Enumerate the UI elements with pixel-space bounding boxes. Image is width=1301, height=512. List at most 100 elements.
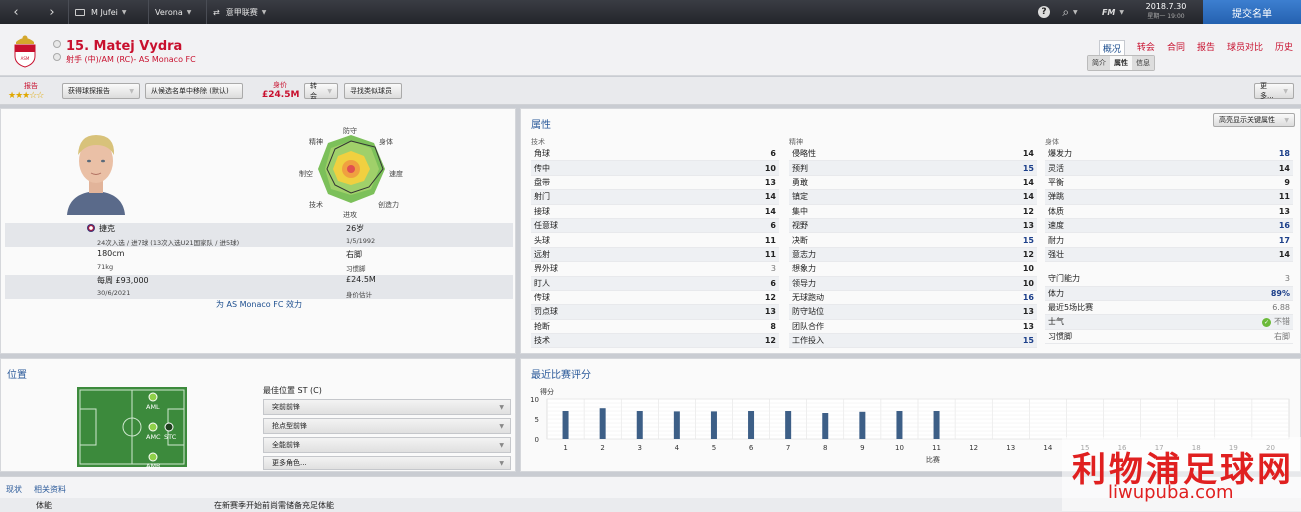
y-tick-label: 0	[535, 436, 539, 444]
attribute-row: 预判 15	[789, 161, 1037, 176]
fitness-value: 在新赛季开始前尚需储备充足体能	[214, 501, 334, 510]
age: 26岁	[346, 224, 365, 233]
attribute-value: 11	[1278, 192, 1290, 202]
y-tick-label: 10	[530, 396, 539, 404]
find-similar-button[interactable]: 寻找类似球员	[344, 83, 402, 99]
submit-team-button[interactable]: 提交名单	[1203, 0, 1301, 24]
forward-button[interactable]: ›	[40, 0, 64, 24]
attribute-value: 13	[1022, 321, 1034, 331]
mental-column: 精神 侵略性 14 预判 15 勇敢 14 镇定 14 集中 12 视野 13 决断 15 意志力 12 想象力…	[789, 137, 1037, 349]
attribute-value: 89%	[1270, 288, 1290, 298]
back-button[interactable]: ‹	[4, 0, 28, 24]
rating-bar	[859, 411, 866, 439]
fitness-label: 体能	[36, 501, 52, 510]
game-date[interactable]: 2018.7.30 星期一 19:00	[1136, 2, 1196, 20]
club-line[interactable]: 为 AS Monaco FC 效力	[1, 299, 517, 310]
attribute-name: 角球	[534, 149, 550, 159]
subtab-intro[interactable]: 简介	[1088, 56, 1110, 70]
club-menu[interactable]: Verona ▼	[148, 0, 204, 24]
attribute-row: 角球 6	[531, 147, 779, 162]
attribute-name: 无球跑动	[792, 293, 824, 303]
attribute-name: 士气	[1048, 317, 1064, 327]
transfer-arrows-icon: ⇄	[213, 7, 220, 17]
role-dropdown-advanced-forward[interactable]: 突前前锋 ▼	[263, 399, 511, 415]
radar-label-attacking: 进攻	[343, 211, 357, 219]
attribute-value: 16	[1022, 293, 1034, 303]
attribute-value: ✓ 不错	[1262, 317, 1290, 328]
attribute-value: 13	[1022, 307, 1034, 317]
player-role: 射手 (中)/AM (RC)- AS Monaco FC	[66, 55, 196, 64]
attribute-name: 最近5场比赛	[1048, 303, 1094, 313]
flag-icon	[87, 224, 95, 232]
report-stars: ★★★☆☆	[8, 91, 44, 101]
attribute-row: 无球跑动 16	[789, 291, 1037, 306]
attribute-name: 决断	[792, 235, 808, 245]
highlight-key-attributes-button[interactable]: 高亮显示关键属性 ▼	[1213, 113, 1295, 127]
date-of-birth: 1/5/1992	[346, 237, 376, 245]
x-tick-label: 8	[823, 444, 827, 452]
nav-history[interactable]: 历史	[1275, 40, 1293, 57]
help-icon[interactable]: ?	[1034, 0, 1054, 24]
tab-related-info[interactable]: 相关资料	[34, 484, 66, 495]
attribute-value: 10	[1022, 264, 1034, 274]
subtab-attributes[interactable]: 属性	[1110, 56, 1132, 70]
attribute-row: 平衡 9	[1045, 176, 1293, 191]
attribute-value: 6	[770, 149, 776, 159]
x-tick-label: 5	[712, 444, 716, 452]
nav-contract[interactable]: 合同	[1167, 40, 1185, 57]
attribute-name: 想象力	[792, 264, 816, 274]
attribute-value: 14	[1022, 149, 1034, 159]
attribute-name: 集中	[792, 206, 808, 216]
tab-current-status[interactable]: 现状	[6, 484, 22, 495]
role-dropdown-complete-forward[interactable]: 全能前锋 ▼	[263, 437, 511, 453]
attribute-value: 6	[770, 278, 776, 288]
svg-text:ASM: ASM	[21, 56, 30, 61]
remove-shortlist-button[interactable]: 从候选名单中移除 (默认)	[145, 83, 243, 99]
nav-report[interactable]: 报告	[1197, 40, 1215, 57]
attribute-value: 15	[1022, 163, 1034, 173]
nationality: 捷克	[99, 224, 115, 233]
x-tick-label: 2	[600, 444, 604, 452]
nav-compare[interactable]: 球员对比	[1227, 40, 1263, 57]
position-panel: 位置 AML AMC STC AMR 最佳位置 ST (C) 突前前锋 ▼ 抢点型…	[0, 358, 516, 472]
attribute-value: 11	[764, 235, 776, 245]
transfer-button[interactable]: 转会 ▼	[304, 82, 338, 100]
attribute-row: 领导力 10	[789, 276, 1037, 291]
weight: 71kg	[97, 263, 114, 271]
wage: 每周 £93,000	[97, 276, 149, 285]
radar-label-technique: 技术	[309, 201, 323, 209]
rating-bar	[673, 411, 680, 439]
fm-menu[interactable]: FM ▼	[1098, 0, 1128, 24]
watermark-url: liwupuba.com	[1108, 482, 1234, 503]
radar-label-aerial: 制空	[299, 170, 313, 178]
attribute-name: 界外球	[534, 264, 558, 274]
attribute-value: 13	[1278, 206, 1290, 216]
attribute-value: 10	[1022, 278, 1034, 288]
x-tick-label: 10	[895, 444, 904, 452]
attribute-row: 射门 14	[531, 190, 779, 205]
subtab-info[interactable]: 信息	[1132, 56, 1154, 70]
league-menu[interactable]: ⇄ 意甲联赛 ▼	[206, 0, 292, 24]
attribute-name: 爆发力	[1048, 149, 1072, 159]
x-tick-label: 6	[749, 444, 754, 452]
x-tick-label: 13	[1006, 444, 1015, 452]
role-dropdown-poacher[interactable]: 抢点型前锋 ▼	[263, 418, 511, 434]
overview-subtabs: 简介 属性 信息	[1087, 55, 1155, 71]
attribute-row: 意志力 12	[789, 247, 1037, 263]
role-dropdown-more[interactable]: 更多角色... ▼	[263, 456, 511, 470]
more-button[interactable]: 更多... ▼	[1254, 82, 1294, 100]
status-dot-icon	[53, 40, 61, 48]
attribute-value: 6.88	[1272, 303, 1290, 313]
x-axis-label: 比赛	[926, 455, 940, 464]
search-icon[interactable]: ⌕ ▼	[1056, 0, 1084, 24]
attribute-name: 工作投入	[792, 336, 824, 346]
attribute-value: 18	[1278, 149, 1290, 159]
get-scout-report-button[interactable]: 获得球探报告 ▼	[62, 83, 140, 99]
manager-menu[interactable]: M Jufei ▼	[68, 0, 144, 24]
attribute-name: 防守站位	[792, 307, 824, 317]
attribute-value: 14	[1022, 177, 1034, 187]
player-value: 身价 £24.5M	[262, 81, 300, 100]
report-label: 报告	[24, 82, 38, 90]
attribute-name: 强壮	[1048, 249, 1064, 259]
attribute-row: 体力 89%	[1045, 286, 1293, 301]
